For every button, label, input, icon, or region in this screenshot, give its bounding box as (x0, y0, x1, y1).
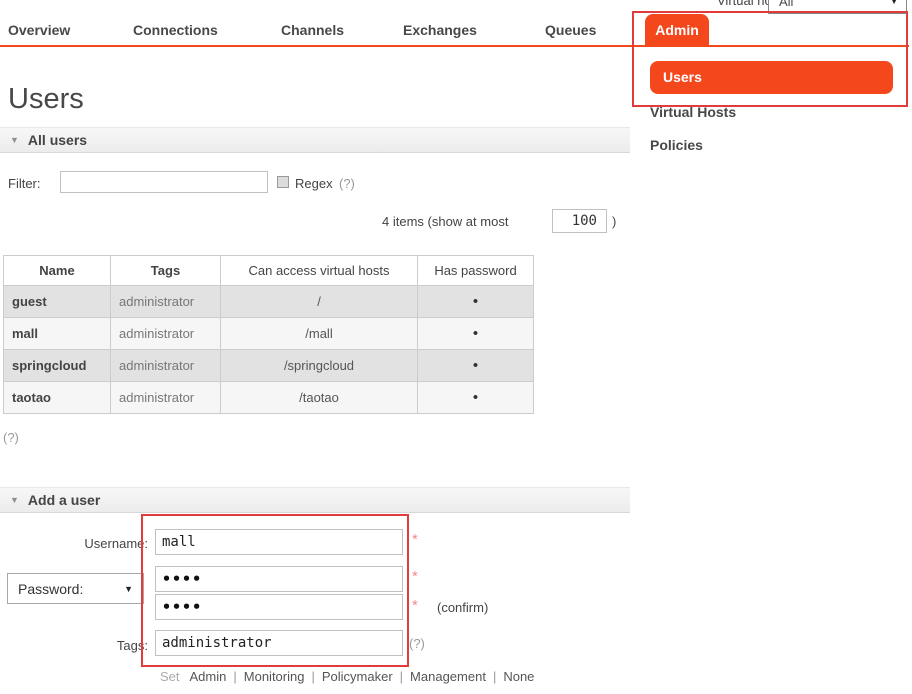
required-asterisk: * (412, 531, 418, 548)
separator: | (400, 669, 403, 684)
user-name-link[interactable]: guest (4, 286, 111, 318)
user-vhosts: /mall (221, 318, 418, 350)
table-row: springcloud administrator /springcloud • (4, 350, 534, 382)
set-label: Set (160, 669, 180, 684)
tag-shortcut-admin[interactable]: Admin (190, 669, 227, 684)
all-users-title: All users (28, 132, 87, 148)
user-tags: administrator (111, 350, 221, 382)
table-row: guest administrator / • (4, 286, 534, 318)
regex-label: Regex (295, 176, 333, 191)
col-header-tags[interactable]: Tags (111, 256, 221, 286)
has-password-dot: • (418, 382, 534, 414)
user-tags: administrator (111, 382, 221, 414)
rabbitmq-users-page: Virtual host: All ▼ Overview Connections… (0, 0, 912, 694)
show-at-most-input[interactable] (552, 209, 607, 233)
user-vhosts: / (221, 286, 418, 318)
virtual-host-value: All (769, 0, 890, 9)
has-password-dot: • (418, 318, 534, 350)
filter-label: Filter: (8, 176, 41, 191)
tab-channels[interactable]: Channels (281, 22, 344, 38)
tag-shortcut-monitoring[interactable]: Monitoring (244, 669, 305, 684)
password-type-select[interactable]: Password: ▼ (7, 573, 144, 604)
all-users-section-header[interactable]: ▼ All users (0, 127, 630, 153)
chevron-down-icon: ▼ (890, 0, 906, 6)
user-name-link[interactable]: springcloud (4, 350, 111, 382)
password-confirm-input[interactable] (155, 594, 403, 620)
nav-underline (0, 45, 909, 47)
tab-overview[interactable]: Overview (8, 22, 70, 38)
sidebar-item-users[interactable]: Users (650, 61, 893, 94)
sidebar-item-policies[interactable]: Policies (650, 137, 703, 153)
separator: | (233, 669, 236, 684)
tags-help-link[interactable]: (?) (409, 636, 425, 651)
virtual-host-select[interactable]: All ▼ (768, 0, 907, 14)
col-header-vhosts: Can access virtual hosts (221, 256, 418, 286)
filter-input[interactable] (60, 171, 268, 193)
required-asterisk: * (412, 568, 418, 585)
table-header-row: Name Tags Can access virtual hosts Has p… (4, 256, 534, 286)
tab-queues[interactable]: Queues (545, 22, 596, 38)
tab-exchanges[interactable]: Exchanges (403, 22, 477, 38)
confirm-note: (confirm) (437, 600, 488, 615)
separator: | (493, 669, 496, 684)
user-vhosts: /taotao (221, 382, 418, 414)
user-name-link[interactable]: taotao (4, 382, 111, 414)
password-select-value: Password: (8, 581, 124, 597)
tag-shortcut-management[interactable]: Management (410, 669, 486, 684)
password-input[interactable] (155, 566, 403, 592)
tag-shortcuts-row: Set Admin | Monitoring | Policymaker | M… (160, 669, 534, 684)
collapse-triangle-icon: ▼ (10, 135, 19, 145)
regex-checkbox[interactable] (277, 176, 289, 188)
user-tags: administrator (111, 318, 221, 350)
items-count-suffix: ) (612, 214, 616, 229)
tag-shortcut-policymaker[interactable]: Policymaker (322, 669, 393, 684)
add-user-section-header[interactable]: ▼ Add a user (0, 487, 630, 513)
users-table: Name Tags Can access virtual hosts Has p… (3, 255, 534, 414)
username-input[interactable] (155, 529, 403, 555)
tags-label: Tags: (58, 638, 148, 653)
user-name-link[interactable]: mall (4, 318, 111, 350)
table-help-link[interactable]: (?) (3, 430, 19, 445)
table-row: taotao administrator /taotao • (4, 382, 534, 414)
tab-connections[interactable]: Connections (133, 22, 218, 38)
col-header-has-password: Has password (418, 256, 534, 286)
regex-help-link[interactable]: (?) (339, 176, 355, 191)
page-title: Users (8, 83, 84, 116)
tag-shortcut-none[interactable]: None (503, 669, 534, 684)
user-tags: administrator (111, 286, 221, 318)
add-user-title: Add a user (28, 492, 100, 508)
has-password-dot: • (418, 350, 534, 382)
chevron-down-icon: ▼ (124, 584, 143, 594)
user-vhosts: /springcloud (221, 350, 418, 382)
col-header-name[interactable]: Name (4, 256, 111, 286)
username-label: Username: (58, 536, 148, 551)
tags-input[interactable] (155, 630, 403, 656)
tab-admin[interactable]: Admin (645, 14, 709, 46)
table-row: mall administrator /mall • (4, 318, 534, 350)
has-password-dot: • (418, 286, 534, 318)
separator: | (311, 669, 314, 684)
items-count-text: 4 items (show at most (382, 214, 508, 229)
sidebar-item-virtual-hosts[interactable]: Virtual Hosts (650, 104, 736, 120)
collapse-triangle-icon: ▼ (10, 495, 19, 505)
required-asterisk: * (412, 597, 418, 614)
